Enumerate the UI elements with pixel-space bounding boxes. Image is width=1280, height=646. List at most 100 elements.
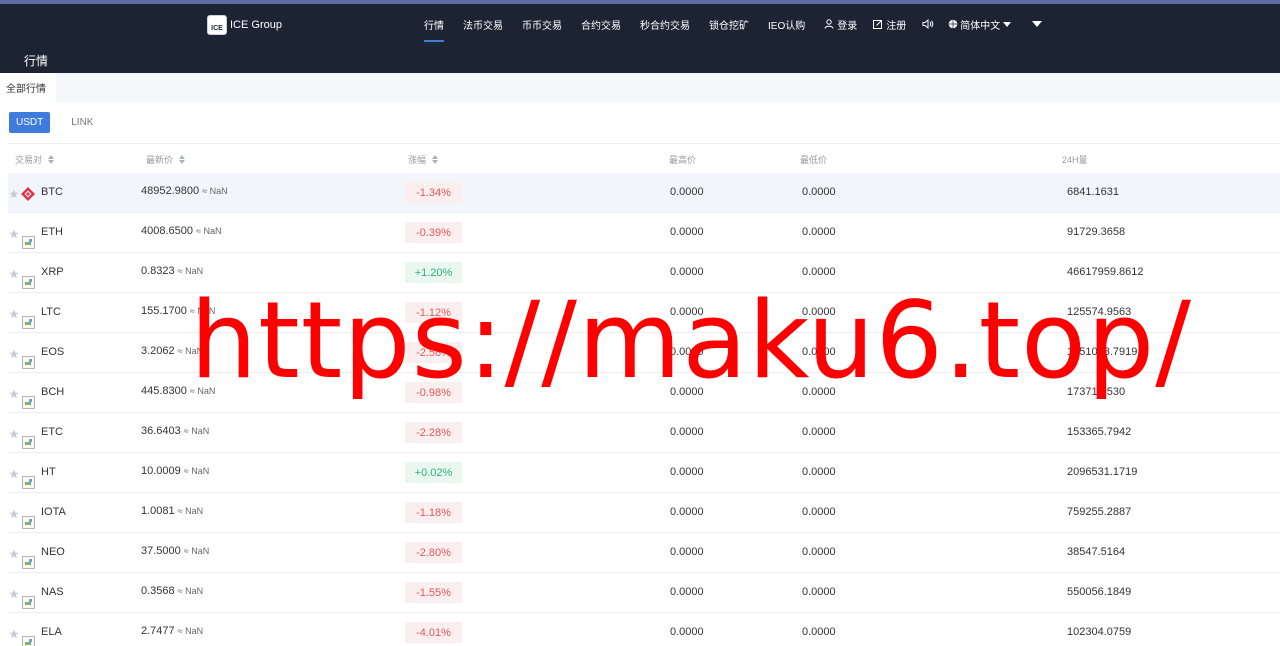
header-last-price[interactable]: 最新价 — [146, 153, 186, 166]
coin-symbol: HT — [41, 466, 56, 478]
table-row[interactable]: ETH 4008.6500 ≈ NaN -0.39% 0.0000 0.0000 91729… — [8, 213, 1280, 253]
favorite-star-icon[interactable] — [9, 389, 19, 399]
register-link[interactable]: 注册 — [873, 17, 906, 32]
sound-toggle[interactable] — [922, 19, 934, 29]
favorite-star-icon[interactable] — [9, 349, 19, 359]
globe-icon — [948, 19, 958, 29]
coin-image-placeholder-icon — [22, 636, 35, 646]
change-badge: -1.55% — [405, 582, 462, 603]
nav-spot-trade[interactable]: 币币交易 — [522, 4, 562, 44]
login-link[interactable]: 登录 — [824, 17, 857, 32]
header-low: 最低价 — [800, 155, 828, 165]
last-price: 2.7477 ≈ NaN — [141, 625, 203, 637]
nav-staking-mining[interactable]: 锁仓挖矿 — [709, 4, 749, 44]
btc-coin-icon — [21, 187, 35, 201]
volume-24h: 153365.7942 — [1067, 426, 1132, 438]
favorite-star-icon[interactable] — [9, 629, 19, 639]
header-pair[interactable]: 交易对 — [15, 153, 55, 166]
page-title: 行情 — [24, 54, 49, 68]
volume-24h: 38547.5164 — [1067, 546, 1126, 558]
last-price: 36.6403 ≈ NaN — [141, 425, 209, 437]
low-price: 0.0000 — [802, 266, 836, 278]
table-row[interactable]: BTC 48952.9800 ≈ NaN -1.34% 0.0000 0.0000 6841… — [8, 173, 1280, 213]
logo-mark-icon: ICE — [207, 15, 227, 35]
watermark-text: https://maku6.top/ — [190, 279, 1193, 402]
page-header: 行情 — [0, 44, 1280, 73]
nav-second-contract[interactable]: 秒合约交易 — [640, 4, 690, 44]
favorite-star-icon[interactable] — [9, 549, 19, 559]
header-change-label: 涨幅 — [408, 155, 427, 165]
sort-icon — [48, 155, 55, 164]
speaker-icon — [922, 19, 934, 29]
table-row[interactable]: HT 10.0009 ≈ NaN +0.02% 0.0000 0.0000 2096531.… — [8, 453, 1280, 493]
coin-symbol: NEO — [41, 546, 65, 558]
fiat-approx: ≈ NaN — [183, 426, 210, 436]
favorite-star-icon[interactable] — [9, 189, 19, 199]
table-row[interactable]: ETC 36.6403 ≈ NaN -2.28% 0.0000 0.0000 153365.… — [8, 413, 1280, 453]
currency-link-button[interactable]: LINK — [64, 112, 100, 133]
nav-contract-trade[interactable]: 合约交易 — [581, 4, 621, 44]
market-tabs: 全部行情 — [0, 73, 1280, 102]
top-navbar: ICE ICE Group 行情 法币交易 币币交易 合约交易 秒合约交易 锁仓… — [0, 4, 1280, 44]
low-price: 0.0000 — [802, 546, 836, 558]
favorite-star-icon[interactable] — [9, 589, 19, 599]
language-selector[interactable]: 简体中文 — [948, 17, 1012, 32]
low-price: 0.0000 — [802, 466, 836, 478]
last-price-value: 0.3568 — [141, 585, 175, 597]
login-label: 登录 — [837, 20, 858, 32]
low-price: 0.0000 — [802, 506, 836, 518]
coin-image-placeholder-icon — [22, 316, 35, 329]
volume-24h: 6841.1631 — [1067, 186, 1119, 198]
header-pair-label: 交易对 — [15, 155, 43, 165]
coin-image-placeholder-icon — [22, 356, 35, 369]
header-last-price-label: 最新价 — [146, 155, 174, 165]
last-price-value: 0.8323 — [141, 265, 175, 277]
volume-24h: 91729.3658 — [1067, 226, 1126, 238]
high-price: 0.0000 — [670, 226, 704, 238]
coin-symbol: ELA — [41, 626, 62, 638]
sort-icon — [432, 155, 439, 164]
favorite-star-icon[interactable] — [9, 509, 19, 519]
fiat-approx: ≈ NaN — [177, 626, 204, 636]
table-row[interactable]: NAS 0.3568 ≈ NaN -1.55% 0.0000 0.0000 550056.1… — [8, 573, 1280, 613]
last-price-value: 2.7477 — [141, 625, 175, 637]
coin-symbol: ETC — [41, 426, 63, 438]
table-row[interactable]: NEO 37.5000 ≈ NaN -2.80% 0.0000 0.0000 38547.5… — [8, 533, 1280, 573]
nav-market[interactable]: 行情 — [424, 4, 444, 44]
tab-all-markets[interactable]: 全部行情 — [0, 73, 56, 102]
header-volume: 24H量 — [1062, 155, 1088, 165]
favorite-star-icon[interactable] — [9, 229, 19, 239]
coin-symbol: EOS — [41, 346, 65, 358]
favorite-star-icon[interactable] — [9, 469, 19, 479]
currency-usdt-button[interactable]: USDT — [9, 112, 51, 133]
table-row[interactable]: ELA 2.7477 ≈ NaN -4.01% 0.0000 0.0000 102304.0… — [8, 613, 1280, 646]
edit-icon — [873, 20, 883, 29]
brand-logo[interactable]: ICE ICE Group — [207, 15, 282, 35]
coin-image-placeholder-icon — [22, 556, 35, 569]
last-price: 37.5000 ≈ NaN — [141, 545, 209, 557]
last-price-value: 37.5000 — [141, 545, 181, 557]
sort-icon — [179, 155, 186, 164]
change-badge: -2.80% — [405, 542, 462, 563]
fiat-approx: ≈ NaN — [183, 546, 210, 556]
last-price-value: 48952.9800 — [141, 185, 200, 197]
last-price: 1.0081 ≈ NaN — [141, 505, 203, 517]
more-menu-chevron-icon[interactable] — [1032, 21, 1043, 27]
brand-name: ICE Group — [230, 19, 282, 31]
nav-fiat-trade[interactable]: 法币交易 — [463, 4, 503, 44]
coin-image-placeholder-icon — [22, 396, 35, 409]
favorite-star-icon[interactable] — [9, 429, 19, 439]
coin-image-placeholder-icon — [22, 436, 35, 449]
table-row[interactable]: IOTA 1.0081 ≈ NaN -1.18% 0.0000 0.0000 759255.… — [8, 493, 1280, 533]
coin-symbol: BCH — [41, 386, 65, 398]
high-price: 0.0000 — [670, 466, 704, 478]
change-badge: +0.02% — [405, 462, 462, 483]
nav-ieo[interactable]: IEO认购 — [768, 4, 805, 44]
user-icon — [824, 19, 834, 29]
coin-image-placeholder-icon — [22, 596, 35, 609]
favorite-star-icon[interactable] — [9, 309, 19, 319]
header-change[interactable]: 涨幅 — [408, 153, 439, 166]
high-price: 0.0000 — [670, 626, 704, 638]
favorite-star-icon[interactable] — [9, 269, 19, 279]
last-price: 4008.6500 ≈ NaN — [141, 225, 221, 237]
